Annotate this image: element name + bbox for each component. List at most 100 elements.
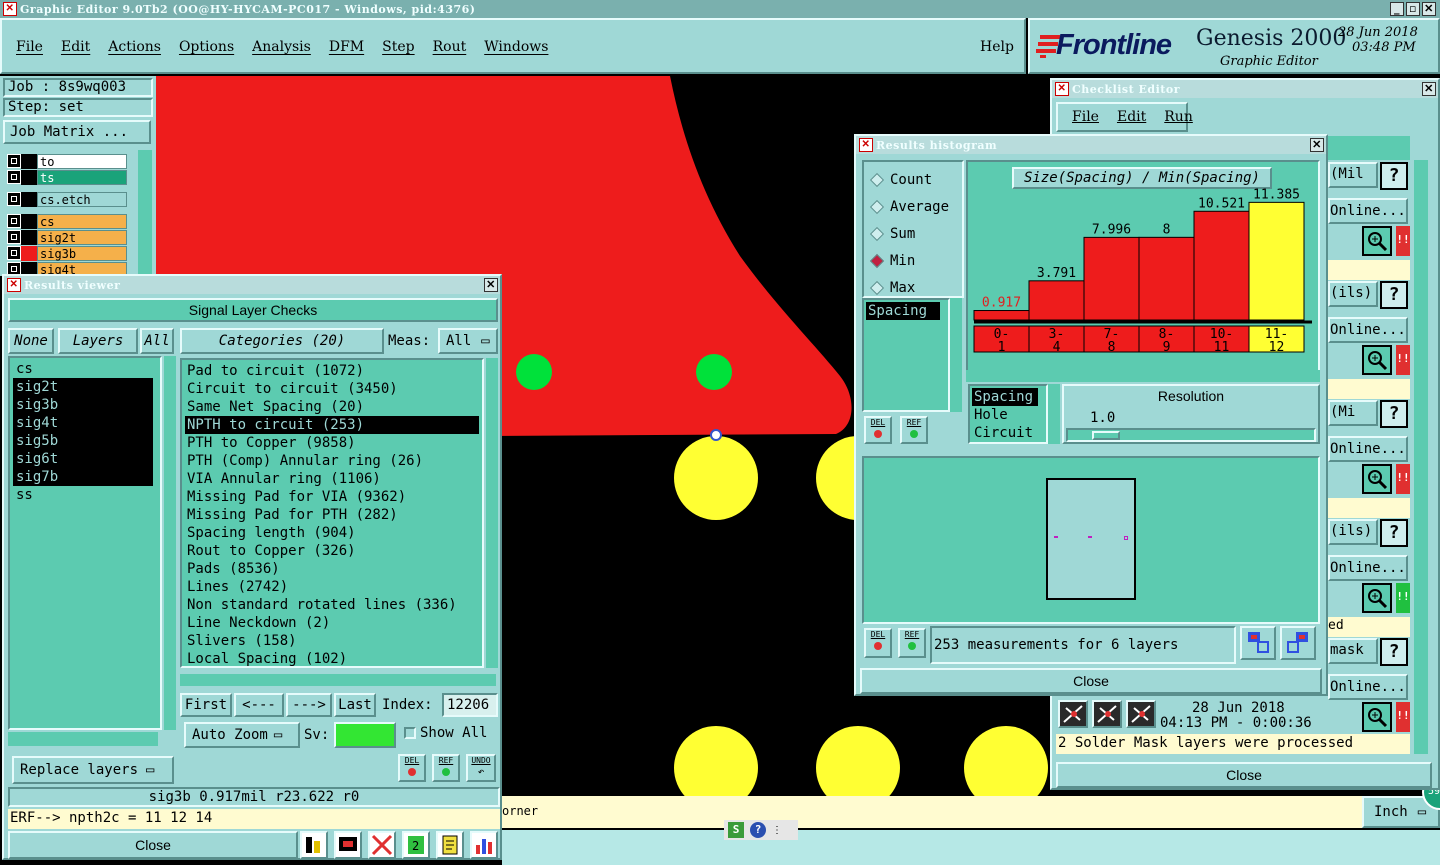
histogram-bar[interactable] xyxy=(973,310,1030,321)
zoom-icon[interactable] xyxy=(1362,702,1392,732)
mode-radio-sum[interactable]: Sum xyxy=(868,220,958,247)
measure-item[interactable]: Spacing xyxy=(866,302,940,320)
layer-row-sig2t[interactable]: sig2t xyxy=(7,230,127,245)
preview-ref-button[interactable]: REF xyxy=(898,628,926,658)
category-item[interactable]: Line Neckdown (2) xyxy=(185,614,479,632)
question-icon[interactable]: ? xyxy=(1380,162,1408,190)
menu-analysis[interactable]: Analysis xyxy=(252,39,311,55)
all-layers-button[interactable]: All xyxy=(140,328,174,354)
checklist-menu-file[interactable]: File xyxy=(1072,109,1099,125)
maximize-icon[interactable]: ▫ xyxy=(1406,2,1420,16)
zoom-icon[interactable] xyxy=(1362,345,1392,375)
online-button[interactable]: Online... xyxy=(1328,436,1408,462)
layer-list-scrollbar[interactable] xyxy=(138,150,152,276)
histogram-bar[interactable] xyxy=(1193,210,1250,321)
layers-button[interactable]: Layers xyxy=(58,328,138,354)
histogram-bar[interactable] xyxy=(1248,201,1305,321)
ref-tool-icon[interactable] xyxy=(368,831,396,859)
mode-radio-count[interactable]: Count xyxy=(868,166,958,193)
minimize-icon[interactable]: _ xyxy=(1390,2,1404,16)
category-item[interactable]: Pad to circuit (1072) xyxy=(185,362,479,380)
layer-checkbox[interactable] xyxy=(7,214,21,228)
layer-row-cs-etch[interactable]: cs.etch xyxy=(7,192,127,207)
zoom-icon[interactable] xyxy=(1362,464,1392,494)
zoom-icon[interactable] xyxy=(1362,583,1392,613)
layer-row-cs[interactable]: cs xyxy=(7,214,127,229)
menu-windows[interactable]: Windows xyxy=(484,39,548,55)
zoom-icon[interactable] xyxy=(1362,226,1392,256)
histogram-bar[interactable] xyxy=(1083,236,1140,321)
menu-file[interactable]: File xyxy=(16,39,43,55)
run-tool-icon-2[interactable] xyxy=(1092,700,1122,728)
category-item[interactable]: Spacing length (904) xyxy=(185,524,479,542)
next-button[interactable]: ---> xyxy=(286,693,332,717)
del-button[interactable]: DEL xyxy=(398,754,426,782)
run-tool-icon-1[interactable] xyxy=(1058,700,1088,728)
replace-layers-select[interactable]: Replace layers ▭ xyxy=(12,756,174,784)
layer-checkbox[interactable] xyxy=(7,154,21,168)
histogram-hscrollbar[interactable] xyxy=(966,370,1320,382)
category-item[interactable]: NPTH to circuit (253) xyxy=(185,416,479,434)
layer-row-sig3b[interactable]: sig3b xyxy=(7,246,127,261)
online-button[interactable]: Online... xyxy=(1328,198,1408,224)
hist-del-button[interactable]: DEL xyxy=(864,416,892,444)
online-button[interactable]: Online... xyxy=(1328,674,1408,700)
report-tool-icon[interactable] xyxy=(436,831,464,859)
category-item[interactable]: Pads (8536) xyxy=(185,560,479,578)
last-button[interactable]: Last xyxy=(334,693,376,717)
mode-radio-average[interactable]: Average xyxy=(868,193,958,220)
compare-tool-icon[interactable]: 2 xyxy=(402,831,430,859)
layer-item[interactable]: sig7b xyxy=(13,468,153,486)
category-item[interactable]: Missing Pad for VIA (9362) xyxy=(185,488,479,506)
show-all-checkbox[interactable] xyxy=(404,727,416,739)
category-item[interactable]: Circuit to circuit (3450) xyxy=(185,380,479,398)
help-icon[interactable]: ? xyxy=(750,822,766,838)
category-item[interactable]: Non standard rotated lines (336) xyxy=(185,596,479,614)
zoom-to-result-icon[interactable] xyxy=(1240,626,1276,660)
measure-scrollbar[interactable] xyxy=(950,298,962,412)
undo-button[interactable]: UNDO ↶ xyxy=(466,754,496,782)
menu-step[interactable]: Step xyxy=(382,39,414,55)
menu-dfm[interactable]: DFM xyxy=(329,39,364,55)
category-item[interactable]: Same Net Spacing (20) xyxy=(185,398,479,416)
help-menu[interactable]: Help xyxy=(980,39,1014,55)
category-item[interactable]: Missing Pad for PTH (282) xyxy=(185,506,479,524)
run-tool-icon-3[interactable] xyxy=(1126,700,1156,728)
auto-zoom-select[interactable]: Auto Zoom ▭ xyxy=(184,722,300,748)
category-item[interactable]: Slivers (158) xyxy=(185,632,479,650)
menu-rout[interactable]: Rout xyxy=(433,39,467,55)
layer-tool-icon[interactable] xyxy=(300,831,328,859)
menu-edit[interactable]: Edit xyxy=(61,39,90,55)
checklist-scrollbar[interactable] xyxy=(1414,160,1428,754)
category-item[interactable]: VIA Annular ring (1106) xyxy=(185,470,479,488)
layer-checkbox[interactable] xyxy=(7,170,21,184)
layer-item[interactable]: sig3b xyxy=(13,396,153,414)
menu-options[interactable]: Options xyxy=(179,39,234,55)
prev-button[interactable]: <--- xyxy=(234,693,284,717)
question-icon[interactable]: ? xyxy=(1380,519,1408,547)
close-icon[interactable]: ✕ xyxy=(484,278,498,292)
question-icon[interactable]: ? xyxy=(1380,281,1408,309)
resolution-slider[interactable] xyxy=(1066,428,1316,442)
category-item[interactable]: Rout to Copper (326) xyxy=(185,542,479,560)
checklist-menu-edit[interactable]: Edit xyxy=(1117,109,1146,125)
ref-button[interactable]: REF xyxy=(432,754,460,782)
categories-scrollbar[interactable] xyxy=(486,358,498,668)
question-icon[interactable]: ? xyxy=(1380,638,1408,666)
meas-select[interactable]: All ▭ xyxy=(438,328,498,354)
layer-item[interactable]: sig6t xyxy=(13,450,153,468)
online-button[interactable]: Online... xyxy=(1328,555,1408,581)
layer-item[interactable]: sig5b xyxy=(13,432,153,450)
tray-arrow-icon[interactable]: ⋮ xyxy=(772,825,782,836)
close-icon[interactable]: ✕ xyxy=(1422,2,1436,16)
histogram-close-button[interactable]: Close xyxy=(860,668,1322,694)
type-scrollbar[interactable] xyxy=(1048,384,1060,444)
type-item-circuit[interactable]: Circuit xyxy=(972,424,1044,442)
preview-del-button[interactable]: DEL xyxy=(864,628,892,658)
layer-item[interactable]: sig4t xyxy=(13,414,153,432)
sv-color-select[interactable] xyxy=(334,722,396,748)
question-icon[interactable]: ? xyxy=(1380,400,1408,428)
layer-item[interactable]: ss xyxy=(13,486,157,504)
categories-hscrollbar[interactable] xyxy=(180,674,496,686)
category-item[interactable]: PTH (Comp) Annular ring (26) xyxy=(185,452,479,470)
